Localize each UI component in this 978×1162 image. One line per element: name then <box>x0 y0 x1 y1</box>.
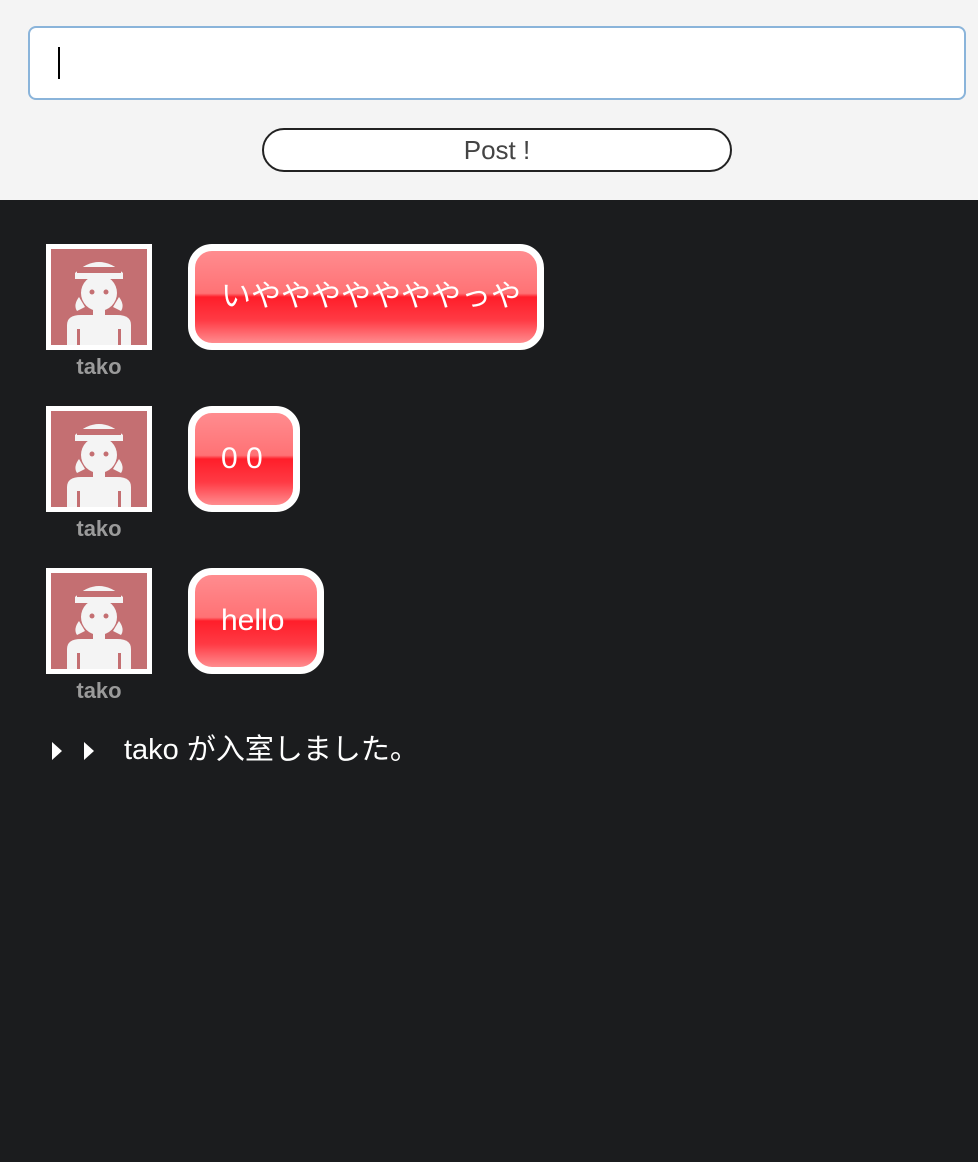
message-username: tako <box>76 678 122 703</box>
message-bubble: いやややややややっや <box>188 244 544 350</box>
text-caret <box>58 47 60 79</box>
avatar[interactable] <box>46 406 152 512</box>
message-bubble: 0 0 <box>188 406 300 512</box>
double-play-arrow-icon <box>52 742 94 760</box>
user-avatar-icon <box>67 424 131 507</box>
system-notice-text: tako が入室しました。 <box>124 734 419 766</box>
message-username: tako <box>76 516 122 541</box>
composer-bar: Post ! <box>0 0 978 200</box>
chat-message: tako 0 0 <box>46 406 946 546</box>
avatar[interactable] <box>46 568 152 674</box>
message-input[interactable] <box>28 26 966 100</box>
chat-log: tako いやややややややっや tako 0 0 tako hello tako… <box>0 200 978 1162</box>
user-avatar-icon <box>67 586 131 669</box>
user-avatar-icon <box>67 262 131 345</box>
avatar[interactable] <box>46 244 152 350</box>
post-button[interactable]: Post ! <box>262 128 732 172</box>
chat-message: tako いやややややややっや <box>46 244 946 384</box>
message-username: tako <box>76 354 122 379</box>
chat-message: tako hello <box>46 568 946 708</box>
message-bubble: hello <box>188 568 324 674</box>
